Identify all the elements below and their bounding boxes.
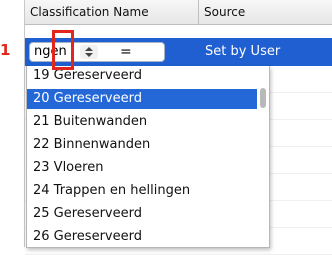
column-header-source[interactable]: Source [199,0,332,24]
table-header: Classification Name Source [25,0,332,25]
step-number-label: 1 [0,41,11,59]
classification-combo-box[interactable]: ngen = [29,42,165,62]
dropdown-option[interactable]: 23 Vloeren [27,158,257,178]
dropdown-option-selected[interactable]: 20 Gereserveerd [27,89,257,109]
dropdown-option[interactable]: 24 Trappen en hellingen [27,181,257,201]
source-cell: Set by User [205,44,281,59]
chevron-up-down-icon[interactable] [80,45,98,59]
operator-label: = [120,44,132,60]
annotation-highlight-box [52,30,74,70]
column-header-classification-name[interactable]: Classification Name [25,0,199,24]
scrollbar-thumb[interactable] [260,88,266,108]
dropdown-option[interactable]: 21 Buitenwanden [27,112,257,132]
dropdown-scrollbar[interactable] [259,66,267,247]
classification-dropdown-list[interactable]: 19 Gereserveerd 20 Gereserveerd 21 Buite… [26,66,270,248]
dropdown-option[interactable]: 26 Gereserveerd [27,227,257,247]
dropdown-option[interactable]: 22 Binnenwanden [27,135,257,155]
dropdown-option[interactable]: 25 Gereserveerd [27,204,257,224]
